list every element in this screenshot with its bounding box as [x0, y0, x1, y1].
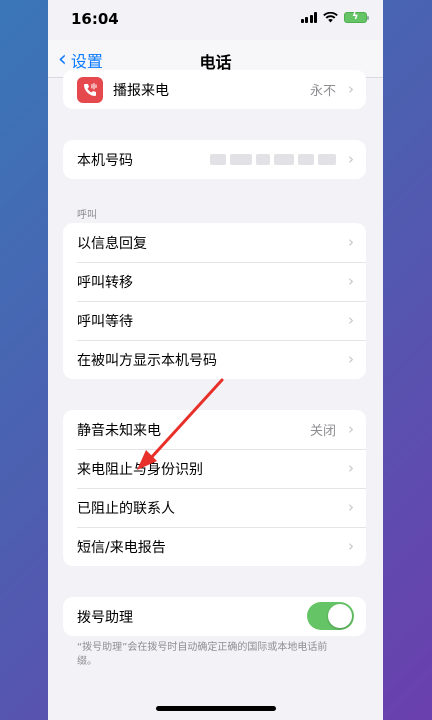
status-bar: 16:04 ϟ — [48, 0, 383, 40]
dial-assist-footer: “拨号助理”会在拨号时自动确定正确的国际或本地电话前缀。 — [77, 642, 328, 667]
wifi-icon — [323, 12, 338, 23]
row-call-forwarding[interactable]: 呼叫转移 › — [63, 262, 366, 301]
chevron-right-icon: › — [348, 311, 354, 329]
chevron-right-icon: › — [348, 459, 354, 477]
row-label: 呼叫等待 — [77, 313, 133, 330]
row-call-blocking-identification[interactable]: 来电阻止与身份识别 › — [63, 449, 366, 488]
status-time: 16:04 — [71, 10, 119, 28]
row-label: 在被叫方显示本机号码 — [77, 352, 217, 369]
chevron-right-icon: › — [348, 537, 354, 555]
row-label: 播报来电 — [113, 82, 169, 99]
chevron-right-icon: › — [348, 350, 354, 368]
row-label: 来电阻止与身份识别 — [77, 461, 203, 478]
dial-assist-toggle[interactable] — [307, 602, 354, 630]
row-label: 已阻止的联系人 — [77, 500, 175, 517]
row-value: 永不 — [309, 84, 336, 99]
row-respond-with-text[interactable]: 以信息回复 › — [63, 223, 366, 262]
dial-assist-group: 拨号助理 — [63, 597, 366, 636]
section-header-calls: 呼叫 — [77, 210, 97, 221]
row-my-number[interactable]: 本机号码 › — [63, 140, 366, 179]
row-label: 呼叫转移 — [77, 274, 133, 291]
chevron-right-icon: › — [348, 233, 354, 251]
status-icons: ϟ — [300, 11, 369, 23]
row-value: 关闭 — [309, 424, 336, 439]
my-number-group: 本机号码 › — [63, 140, 366, 179]
chevron-right-icon: › — [348, 498, 354, 516]
row-dial-assist: 拨号助理 — [63, 597, 366, 636]
blocking-group: 静音未知来电 关闭 › 来电阻止与身份识别 › 已阻止的联系人 › 短信/来电报… — [63, 410, 366, 566]
calls-group: 以信息回复 › 呼叫转移 › 呼叫等待 › 在被叫方显示本机号码 › — [63, 223, 366, 379]
announce-calls-group: 播报来电 永不 › — [63, 70, 366, 109]
phone-screen: 16:04 ϟ ‹ 设置 电话 播报来电 永不 › 本机号码 › 呼叫 以信息回… — [48, 0, 383, 720]
row-label: 静音未知来电 — [77, 422, 161, 439]
row-label: 本机号码 — [77, 152, 133, 169]
chevron-right-icon: › — [348, 272, 354, 290]
row-label: 拨号助理 — [77, 609, 133, 626]
battery-charging-icon: ϟ — [344, 11, 369, 23]
redacted-number — [210, 154, 336, 165]
cellular-signal-icon — [300, 12, 317, 23]
phone-announce-icon — [77, 76, 103, 103]
chevron-right-icon: › — [348, 80, 354, 98]
row-silence-unknown-callers[interactable]: 静音未知来电 关闭 › — [63, 410, 366, 449]
chevron-right-icon: › — [348, 150, 354, 168]
row-label: 短信/来电报告 — [77, 539, 166, 556]
row-show-caller-id[interactable]: 在被叫方显示本机号码 › — [63, 340, 366, 379]
row-call-waiting[interactable]: 呼叫等待 › — [63, 301, 366, 340]
row-announce-calls[interactable]: 播报来电 永不 › — [63, 70, 366, 109]
row-blocked-contacts[interactable]: 已阻止的联系人 › — [63, 488, 366, 527]
chevron-right-icon: › — [348, 420, 354, 438]
toggle-knob — [328, 604, 352, 628]
home-indicator[interactable] — [156, 706, 276, 711]
row-label: 以信息回复 — [77, 235, 147, 252]
row-sms-call-reporting[interactable]: 短信/来电报告 › — [63, 527, 366, 566]
